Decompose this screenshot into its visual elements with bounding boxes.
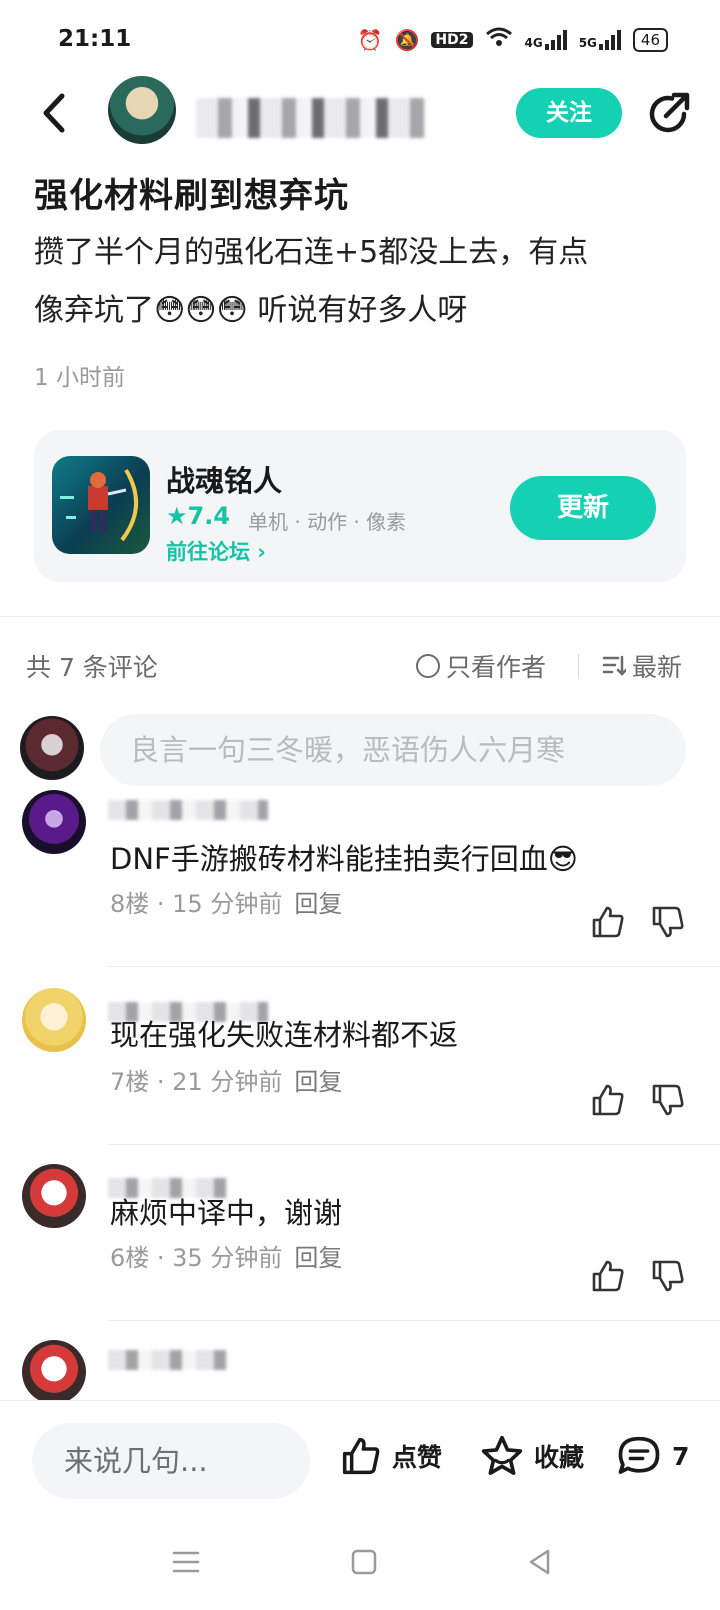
commenter-avatar[interactable]: [22, 988, 86, 1052]
comment-meta: 6楼 · 35 分钟前 回复: [110, 1238, 342, 1273]
post-time: 1 小时前: [34, 365, 125, 391]
back-button[interactable]: [36, 88, 76, 138]
author-name-blurred[interactable]: [196, 98, 426, 138]
comment-floor-time: 6楼 · 35 分钟前: [110, 1244, 283, 1272]
sort-icon: [602, 655, 626, 676]
dislike-button[interactable]: [650, 1258, 686, 1298]
commenter-name-blurred[interactable]: [108, 1350, 228, 1370]
menu-nav-button[interactable]: [172, 1550, 200, 1578]
like-label: 点赞: [392, 1443, 443, 1472]
commenter-name-blurred[interactable]: [108, 800, 268, 820]
radio-icon: [416, 654, 440, 678]
system-nav-bar: [0, 1520, 720, 1610]
game-icon: [52, 456, 150, 554]
status-icons: ⏰ 🔕 HD2 4G 5G 46: [358, 26, 668, 53]
follow-button[interactable]: 关注: [516, 88, 622, 138]
thumbs-down-icon: [652, 906, 684, 938]
favorite-button[interactable]: 收藏: [480, 1435, 584, 1477]
like-button[interactable]: [590, 1082, 626, 1122]
thumbs-up-icon: [342, 1437, 380, 1475]
my-avatar: [20, 716, 84, 780]
comment-text: 麻烦中译中，谢谢: [110, 1196, 343, 1230]
like-post-button[interactable]: 点赞: [340, 1435, 442, 1477]
chevron-left-icon: [43, 93, 65, 133]
mute-icon: 🔕: [394, 27, 420, 52]
only-author-toggle[interactable]: 只看作者: [416, 648, 546, 684]
game-card[interactable]: 战魂铭人 ★7.4 单机 · 动作 · 像素 前往论坛 › 更新: [34, 430, 686, 582]
comment-meta: 7楼 · 21 分钟前 回复: [110, 1062, 342, 1097]
game-name: 战魂铭人: [166, 464, 283, 498]
post-content-line: 像弃坑了😳😳😳 听说有好多人呀: [34, 293, 468, 328]
star-icon: [481, 1435, 523, 1475]
sort-label: 最新: [632, 653, 683, 682]
post-content: 攒了半个月的强化石连+5都没上去，有点 像弃坑了😳😳😳 听说有好多人呀: [34, 224, 684, 340]
comment-divider: [108, 966, 720, 967]
reply-button[interactable]: 回复: [294, 1068, 342, 1096]
back-triangle-icon: [529, 1549, 550, 1575]
like-button[interactable]: [590, 904, 626, 944]
signal-5g-icon: 5G: [579, 29, 621, 50]
like-button[interactable]: [590, 1258, 626, 1298]
thumbs-up-icon: [592, 906, 624, 938]
bottom-action-bar: 来说几句... 点赞 收藏 7: [0, 1400, 720, 1511]
sort-button[interactable]: 最新: [602, 648, 682, 684]
status-bar: 21:11 ⏰ 🔕 HD2 4G 5G 46: [0, 0, 720, 84]
thumbs-down-icon: [652, 1084, 684, 1116]
reply-button[interactable]: 回复: [294, 1244, 342, 1272]
home-square-icon: [351, 1549, 377, 1575]
menu-icon: [172, 1551, 200, 1573]
home-nav-button[interactable]: [350, 1548, 378, 1580]
battery-icon: 46: [632, 27, 668, 52]
post-content-line: 攒了半个月的强化石连+5都没上去，有点: [34, 235, 589, 270]
alarm-icon: ⏰: [357, 27, 383, 52]
thumbs-down-icon: [652, 1260, 684, 1292]
thumbs-up-icon: [592, 1084, 624, 1116]
update-button[interactable]: 更新: [510, 476, 656, 540]
forum-link[interactable]: 前往论坛 ›: [166, 536, 266, 566]
favorite-label: 收藏: [534, 1443, 585, 1472]
commenter-avatar[interactable]: [22, 790, 86, 854]
dislike-button[interactable]: [650, 1082, 686, 1122]
comment-text: DNF手游搬砖材料能挂拍卖行回血😎: [110, 842, 578, 876]
comments-button[interactable]: 7: [616, 1435, 689, 1477]
comment-divider: [108, 1144, 720, 1145]
comment-input[interactable]: 良言一句三冬暖，恶语伤人六月寒: [100, 714, 686, 786]
quick-comment-input[interactable]: 来说几句...: [32, 1423, 310, 1499]
share-button[interactable]: [644, 90, 692, 138]
status-time: 21:11: [58, 26, 132, 52]
share-icon: [649, 92, 690, 133]
back-nav-button[interactable]: [526, 1548, 554, 1580]
wifi-icon: [485, 26, 513, 53]
comment-text: 现在强化失败连材料都不返: [110, 1018, 459, 1052]
hd-icon: HD2: [431, 31, 473, 48]
comment-meta: 8楼 · 15 分钟前 回复: [110, 884, 342, 919]
commenter-avatar[interactable]: [22, 1164, 86, 1228]
game-rating: ★7.4: [166, 502, 231, 530]
divider: [578, 654, 579, 678]
comment-floor-time: 7楼 · 21 分钟前: [110, 1068, 283, 1096]
comment-bubble-icon: [618, 1436, 660, 1474]
section-divider: [0, 616, 720, 617]
game-tags: 单机 · 动作 · 像素: [248, 510, 407, 534]
comment-count-badge: 7: [672, 1441, 690, 1471]
only-author-label: 只看作者: [446, 653, 547, 682]
commenter-avatar[interactable]: [22, 1340, 86, 1404]
thumbs-up-icon: [592, 1260, 624, 1292]
post-title: 强化材料刷到想弃坑: [34, 176, 349, 216]
comment-count: 共 7 条评论: [26, 653, 158, 682]
comment-divider: [108, 1320, 720, 1321]
author-avatar[interactable]: [108, 76, 176, 144]
reply-button[interactable]: 回复: [294, 890, 342, 918]
comment-floor-time: 8楼 · 15 分钟前: [110, 890, 283, 918]
dislike-button[interactable]: [650, 904, 686, 944]
signal-4g-icon: 4G: [525, 29, 567, 50]
